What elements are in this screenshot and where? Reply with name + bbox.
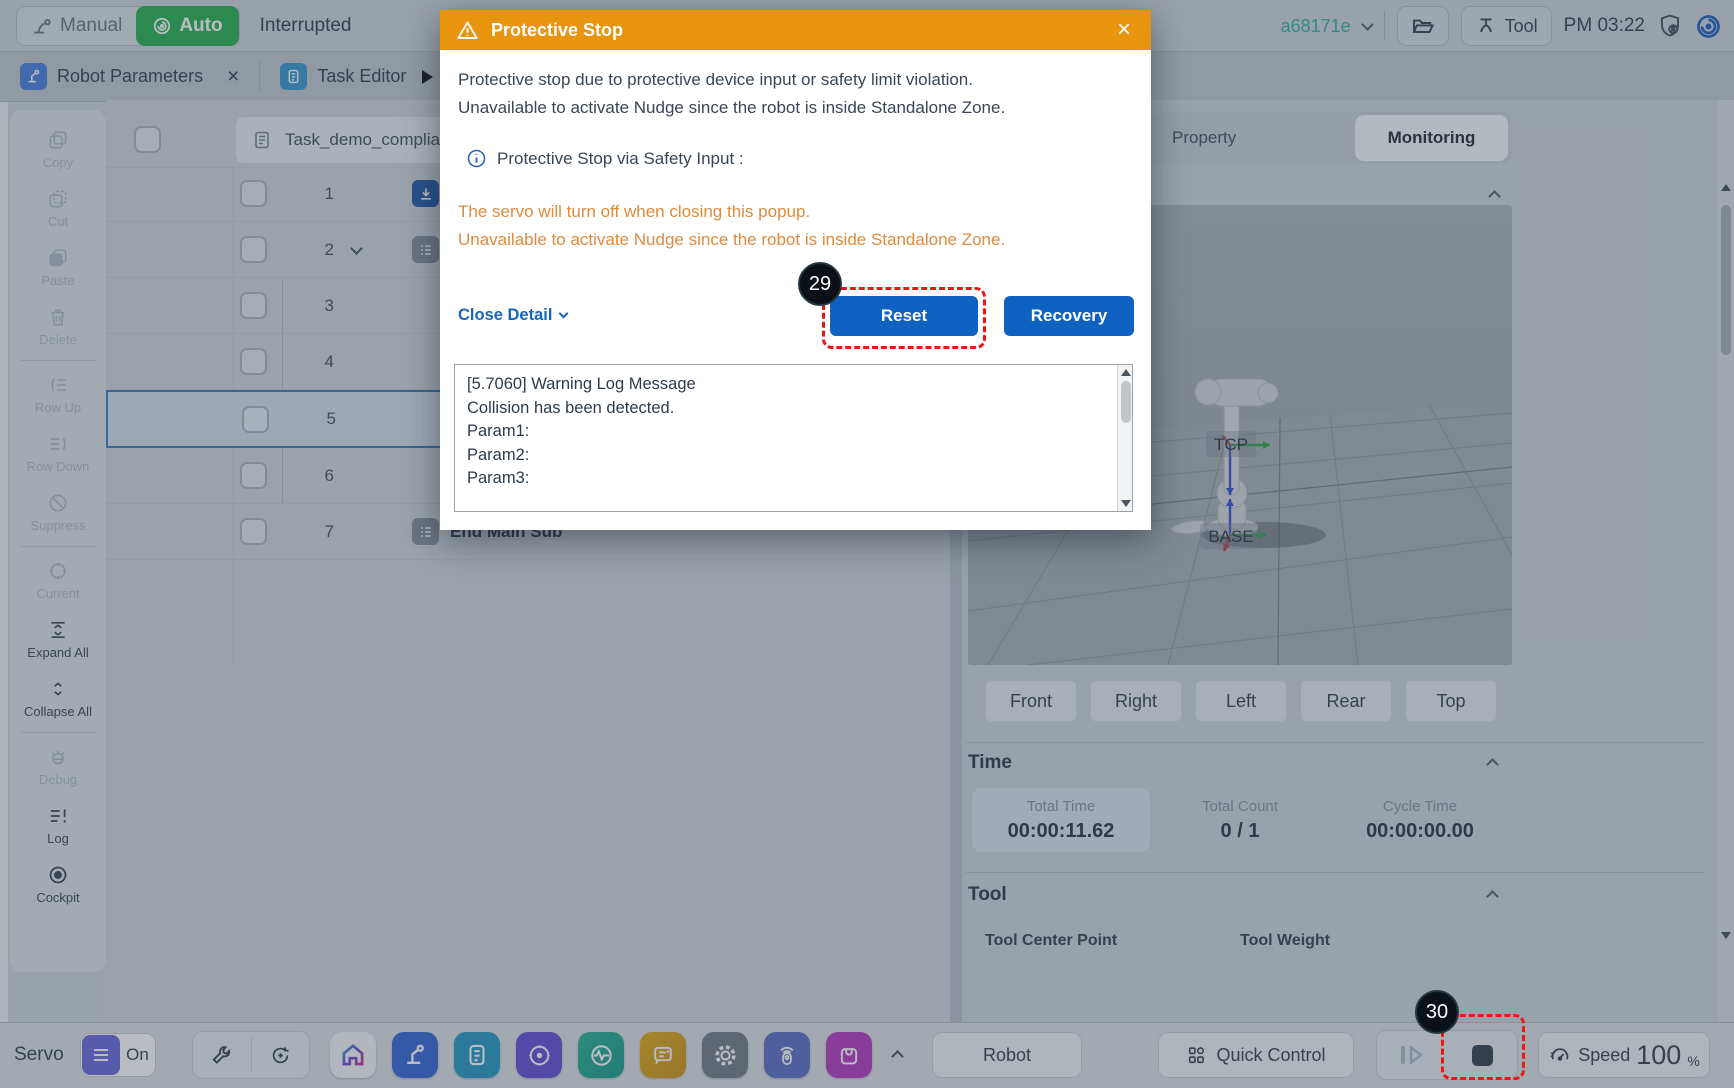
- dialog-title: Protective Stop: [491, 20, 623, 41]
- log-line: Param2:: [467, 444, 1106, 468]
- log-scroll-up-icon[interactable]: [1121, 369, 1131, 376]
- log-line: Param3:: [467, 467, 1106, 491]
- close-detail-chevron-icon: [559, 309, 569, 319]
- warning-triangle-icon: [456, 19, 479, 42]
- annotation-badge-29: 29: [798, 262, 842, 306]
- log-line: [5.7060] Warning Log Message: [467, 373, 1106, 397]
- protective-stop-dialog: Protective Stop × Protective stop due to…: [440, 10, 1151, 530]
- dialog-header: Protective Stop ×: [440, 10, 1151, 50]
- app-screen: Manual Auto Interrupted a68171e Tool PM …: [0, 0, 1734, 1088]
- recovery-button[interactable]: Recovery: [1004, 296, 1134, 336]
- dialog-message-line2: Unavailable to activate Nudge since the …: [458, 98, 1005, 118]
- annotation-badge-30: 30: [1415, 990, 1459, 1034]
- log-scroll-down-icon[interactable]: [1121, 500, 1131, 507]
- dialog-warning-line2: Unavailable to activate Nudge since the …: [458, 230, 1005, 250]
- dialog-close-icon[interactable]: ×: [1117, 16, 1131, 44]
- log-scrollbar[interactable]: [1117, 365, 1132, 511]
- dialog-warning-line1: The servo will turn off when closing thi…: [458, 202, 810, 222]
- log-line: Param1:: [467, 420, 1106, 444]
- close-detail-label: Close Detail: [458, 306, 552, 325]
- recovery-button-label: Recovery: [1031, 306, 1108, 326]
- error-log-box[interactable]: [5.7060] Warning Log Message Collision h…: [454, 364, 1133, 512]
- close-detail-link[interactable]: Close Detail: [458, 306, 567, 325]
- log-line: Collision has been detected.: [467, 397, 1106, 421]
- safety-input-info-text: Protective Stop via Safety Input :: [497, 149, 744, 169]
- info-icon: [466, 148, 487, 169]
- annotation-box-reset: [822, 287, 986, 349]
- log-scrollbar-thumb[interactable]: [1121, 381, 1131, 423]
- dialog-message-line1: Protective stop due to protective device…: [458, 70, 973, 90]
- safety-input-info-row: Protective Stop via Safety Input :: [466, 148, 744, 169]
